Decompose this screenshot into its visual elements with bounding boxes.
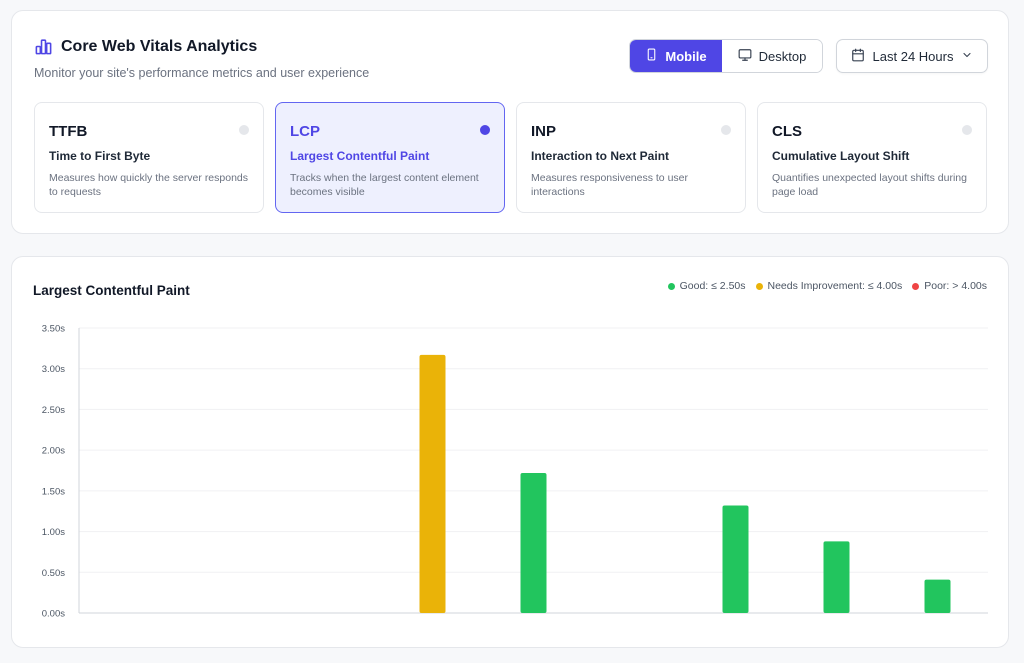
chart-card: Largest Contentful Paint Good: ≤ 2.50s N…	[11, 256, 1009, 648]
y-tick-label: 3.00s	[42, 364, 65, 375]
metric-description: Measures responsiveness to user interact…	[531, 172, 688, 198]
page-title: Core Web Vitals Analytics	[61, 37, 258, 55]
metric-card-cls[interactable]: CLS Cumulative Layout Shift Quantifies u…	[757, 102, 987, 213]
metric-name: Largest Contentful Paint	[290, 149, 430, 163]
status-dot	[480, 125, 490, 135]
page-subtitle: Monitor your site's performance metrics …	[34, 66, 370, 80]
time-range-label: Last 24 Hours	[872, 48, 954, 64]
status-dot	[962, 125, 972, 135]
metric-abbr: CLS	[772, 123, 802, 140]
y-tick-label: 0.50s	[42, 568, 65, 579]
chevron-down-icon	[961, 49, 973, 64]
metric-abbr: TTFB	[49, 123, 88, 140]
metric-description: Measures how quickly the server responds…	[49, 172, 249, 198]
y-tick-label: 1.50s	[42, 486, 65, 497]
bar-chart-icon	[34, 37, 53, 56]
mobile-label: Mobile	[665, 48, 707, 64]
time-range-select[interactable]: Last 24 Hours	[836, 39, 988, 73]
chart-bar[interactable]	[924, 579, 951, 613]
y-tick-label: 2.00s	[42, 446, 65, 457]
metric-name: Time to First Byte	[49, 149, 151, 163]
metric-description: Quantifies unexpected layout shifts duri…	[772, 172, 967, 198]
y-tick-label: 2.50s	[42, 405, 65, 416]
calendar-icon	[851, 48, 865, 65]
chart-bar[interactable]	[823, 541, 850, 613]
chart-bar[interactable]	[722, 505, 749, 613]
metric-card-inp[interactable]: INP Interaction to Next Paint Measures r…	[516, 102, 746, 213]
device-toggle: Mobile Desktop	[629, 39, 823, 73]
y-tick-label: 0.00s	[42, 609, 65, 620]
metric-name: Interaction to Next Paint	[531, 149, 670, 163]
desktop-label: Desktop	[758, 48, 807, 64]
metric-card-lcp[interactable]: LCP Largest Contentful Paint Tracks when…	[275, 102, 505, 213]
metric-abbr: INP	[531, 123, 557, 140]
header-card: Core Web Vitals Analytics Monitor your s…	[11, 10, 1009, 234]
smartphone-icon	[645, 48, 658, 64]
chart-bar[interactable]	[419, 354, 446, 613]
mobile-button[interactable]: Mobile	[630, 40, 722, 72]
title-row: Core Web Vitals Analytics	[34, 37, 257, 56]
chart-bar[interactable]	[520, 472, 547, 613]
desktop-button[interactable]: Desktop	[722, 40, 822, 72]
metric-abbr: LCP	[290, 123, 320, 140]
metric-card-ttfb[interactable]: TTFB Time to First Byte Measures how qui…	[34, 102, 264, 213]
metric-description: Tracks when the largest content element …	[290, 172, 479, 198]
metric-name: Cumulative Layout Shift	[772, 149, 910, 163]
y-tick-label: 3.50s	[42, 324, 65, 335]
status-dot	[721, 125, 731, 135]
lcp-bar-chart: 0.00s 0.50s 1.00s 1.50s 2.00s 2.50s 3.00s 3.50s	[42, 324, 988, 620]
y-tick-label: 1.00s	[42, 527, 65, 538]
monitor-icon	[738, 48, 752, 65]
status-dot	[239, 125, 249, 135]
